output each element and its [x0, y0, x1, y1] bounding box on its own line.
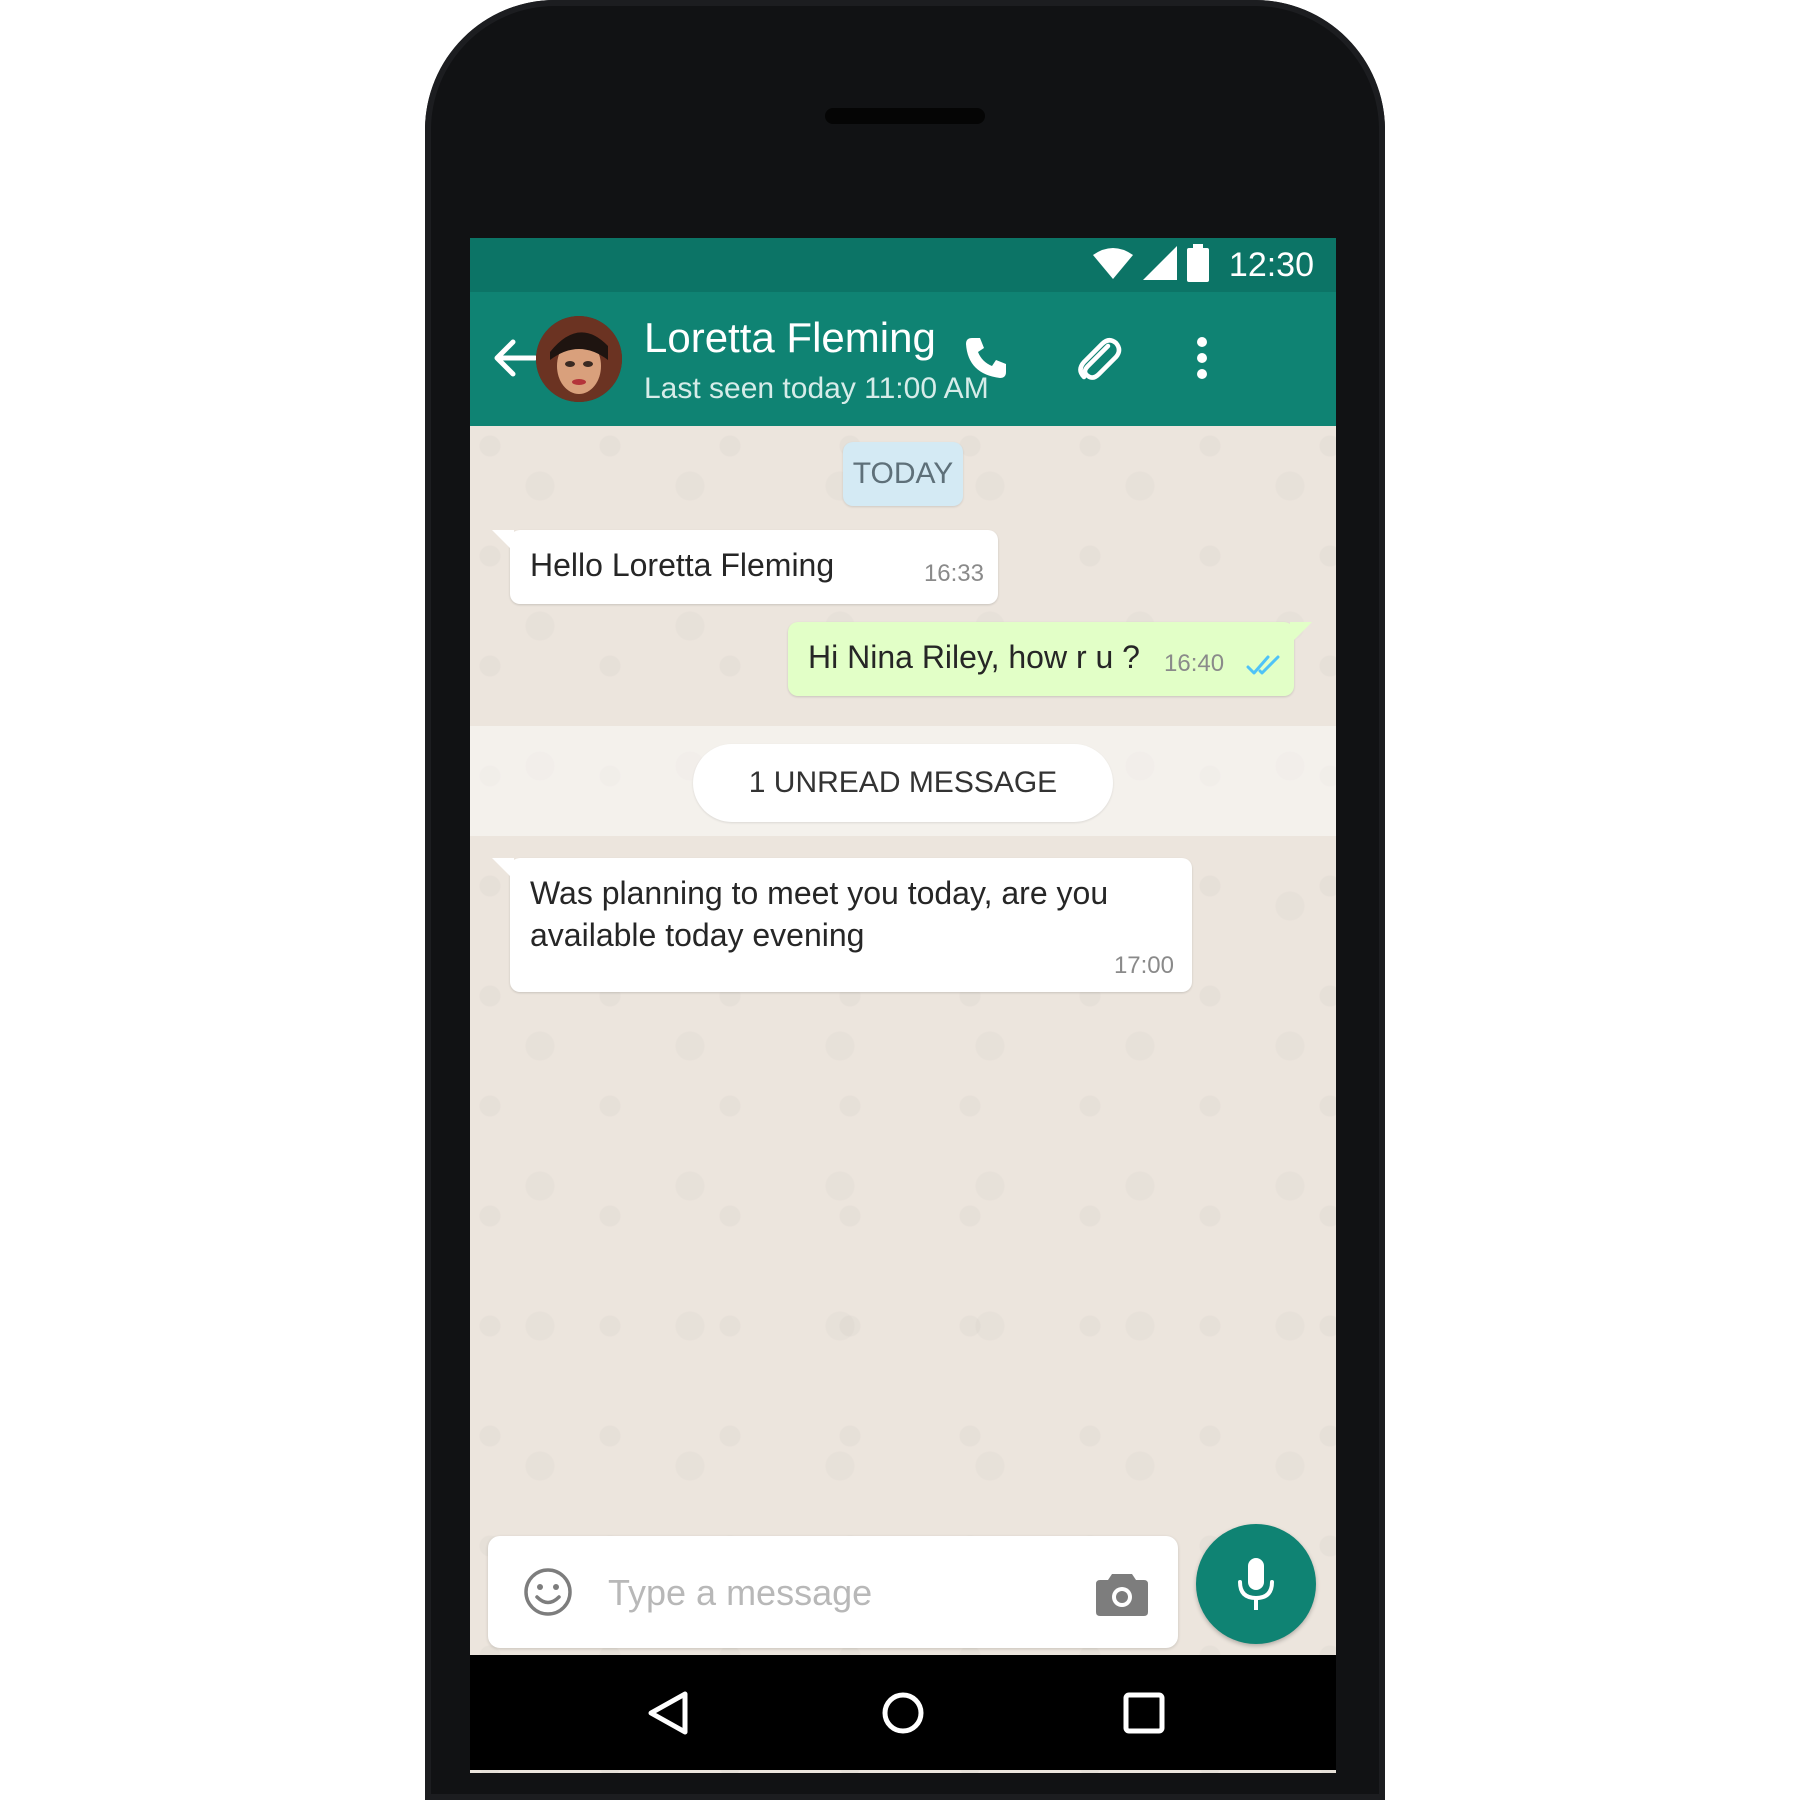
- emoji-icon: [524, 1568, 572, 1616]
- bubble-tail: [492, 530, 514, 552]
- message-text: Hi Nina Riley, how r u ?: [808, 639, 1140, 675]
- bubble-tail: [492, 858, 514, 880]
- message-input[interactable]: [606, 1560, 1000, 1626]
- message-outgoing[interactable]: Hi Nina Riley, how r u ? 16:40: [788, 622, 1312, 696]
- signal-icon: [1142, 245, 1177, 285]
- message-line: Was planning to meet you today, are you: [530, 875, 1109, 911]
- emoji-button[interactable]: [522, 1566, 574, 1618]
- recents-square-icon: [1123, 1692, 1165, 1734]
- voice-message-button[interactable]: [1196, 1524, 1316, 1644]
- unread-divider: 1 UNREAD MESSAGE: [470, 726, 1336, 836]
- contact-name[interactable]: Loretta Fleming: [644, 314, 936, 362]
- phone-screen: 12:30 Loretta Fleming Last seen today 11…: [470, 238, 1336, 1773]
- unread-message-badge: 1 UNREAD MESSAGE: [693, 744, 1113, 822]
- status-icons: 12:30: [1092, 243, 1314, 287]
- mic-icon: [1238, 1558, 1274, 1610]
- avatar-portrait: [536, 316, 622, 402]
- screenshot-stage: 12:30 Loretta Fleming Last seen today 11…: [0, 0, 1800, 1800]
- status-bar: 12:30: [470, 238, 1336, 292]
- message-text: Hello Loretta Fleming: [530, 547, 835, 583]
- wifi-icon: [1092, 247, 1133, 284]
- read-ticks-icon: [1246, 648, 1286, 685]
- message-time: 16:40: [1164, 650, 1225, 677]
- message-time: 16:33: [923, 560, 984, 587]
- message-text: Was planning to meet you today, are you …: [530, 872, 1108, 956]
- battery-icon: [1186, 243, 1209, 287]
- nav-recents-button[interactable]: [1116, 1685, 1172, 1741]
- more-vert-icon: [1195, 336, 1209, 385]
- back-arrow-icon: [493, 338, 538, 383]
- message-time: 17:00: [1113, 952, 1174, 979]
- nav-back-button[interactable]: [640, 1685, 696, 1741]
- more-options-button[interactable]: [1170, 328, 1234, 392]
- camera-button[interactable]: [1096, 1570, 1148, 1616]
- chat-conversation[interactable]: TODAY Hello Loretta Fleming 16:33 Hi Nin…: [470, 426, 1336, 1773]
- contact-avatar[interactable]: [536, 316, 622, 402]
- chat-header: Loretta Fleming Last seen today 11:00 AM: [470, 292, 1336, 426]
- last-seen-status: Last seen today 11:00 AM: [644, 372, 989, 405]
- camera-icon: [1096, 1574, 1148, 1616]
- back-triangle-icon: [648, 1691, 688, 1735]
- home-circle-icon: [882, 1692, 924, 1734]
- message-line: available today evening: [530, 917, 865, 953]
- message-composer: [488, 1536, 1178, 1648]
- phone-speaker: [825, 108, 985, 124]
- bubble-tail: [1290, 622, 1312, 644]
- date-chip: TODAY: [843, 442, 963, 506]
- nav-home-button[interactable]: [875, 1685, 931, 1741]
- call-button[interactable]: [954, 328, 1018, 392]
- attach-button[interactable]: [1066, 328, 1130, 392]
- message-incoming[interactable]: Was planning to meet you today, are you …: [492, 858, 1192, 992]
- paperclip-icon: [1072, 332, 1124, 389]
- back-button[interactable]: [490, 330, 540, 390]
- status-time: 12:30: [1228, 245, 1314, 284]
- system-navigation-bar: [470, 1655, 1336, 1770]
- phone-icon: [962, 334, 1010, 387]
- message-incoming[interactable]: Hello Loretta Fleming 16:33: [492, 530, 998, 604]
